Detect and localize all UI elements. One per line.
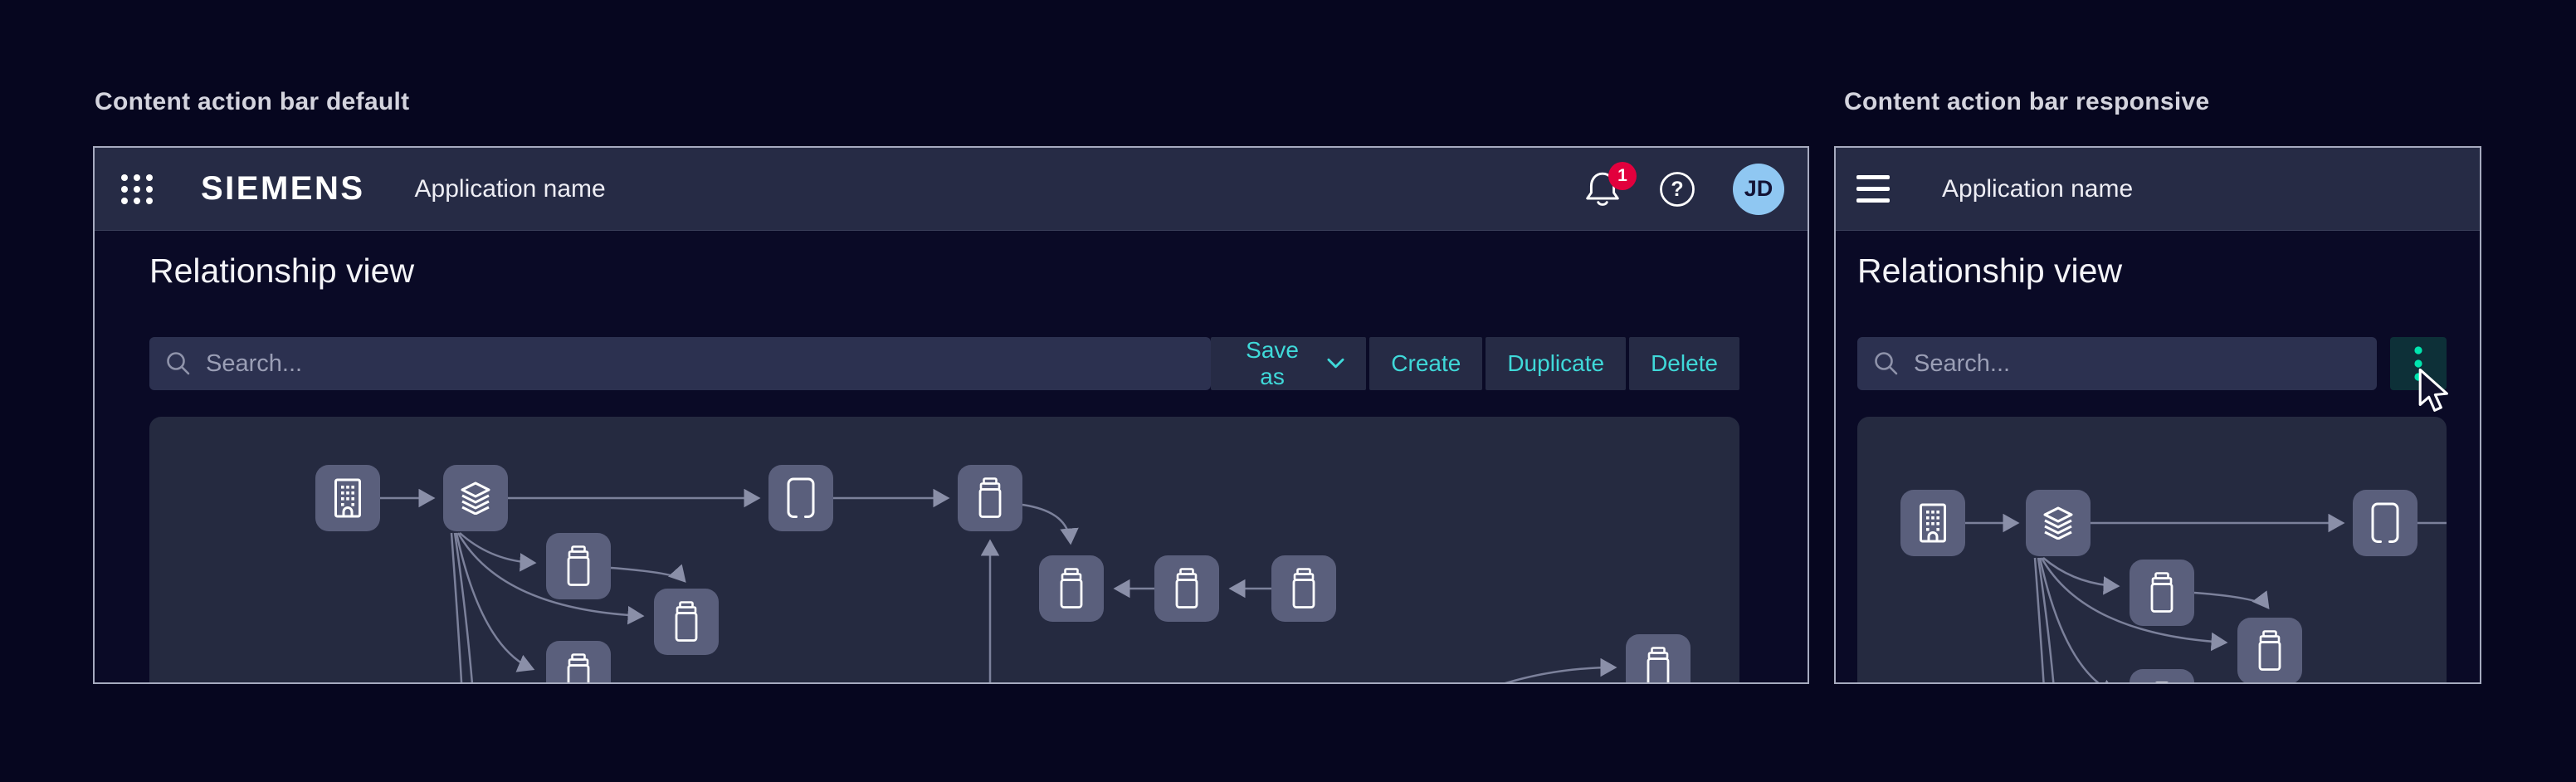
diagram-node-container[interactable] <box>1271 555 1336 622</box>
notification-badge: 1 <box>1608 162 1637 190</box>
delete-button[interactable]: Delete <box>1629 337 1739 390</box>
section-label-default: Content action bar default <box>95 88 409 116</box>
container-icon <box>2152 683 2172 685</box>
diagram-node-container[interactable] <box>546 533 611 599</box>
header-actions: 1 ? JD <box>1583 164 1789 215</box>
diagram-node-device[interactable] <box>2353 490 2417 556</box>
content-action-bar-default-panel: SIEMENS Application name 1 ? JD Relation… <box>93 146 1809 684</box>
diagram-node-container[interactable] <box>2130 560 2194 626</box>
search-input[interactable] <box>206 350 1194 378</box>
save-as-button[interactable]: Save as <box>1211 337 1366 390</box>
application-name: Application name <box>1942 175 2133 203</box>
duplicate-button[interactable]: Duplicate <box>1486 337 1626 390</box>
diagram-node-container[interactable] <box>2130 669 2194 684</box>
search-box[interactable] <box>1857 337 2377 390</box>
diagram-node-container[interactable] <box>1626 634 1690 684</box>
app-header: Application name <box>1836 148 2480 231</box>
app-grid-icon <box>119 171 155 208</box>
diagram-node-container[interactable] <box>654 589 719 655</box>
relationship-diagram-canvas <box>1857 417 2447 684</box>
diagram-node-container[interactable] <box>958 465 1022 531</box>
app-header: SIEMENS Application name 1 ? JD <box>95 148 1808 231</box>
content-action-bar <box>1857 337 2447 390</box>
diagram-node-container[interactable] <box>2237 618 2302 684</box>
user-avatar[interactable]: JD <box>1733 164 1784 215</box>
mouse-cursor <box>2417 369 2452 415</box>
page-title: Relationship view <box>1857 249 2447 292</box>
application-name: Application name <box>415 175 606 203</box>
create-button[interactable]: Create <box>1369 337 1482 390</box>
hamburger-icon <box>1856 175 1890 179</box>
diagram-node-building[interactable] <box>1900 490 1965 556</box>
svg-text:?: ? <box>1671 178 1683 201</box>
page-title: Relationship view <box>149 249 1739 292</box>
app-launcher-button[interactable] <box>113 165 161 213</box>
search-box[interactable] <box>149 337 1211 390</box>
diagram-node-layers[interactable] <box>443 465 508 531</box>
section-label-responsive: Content action bar responsive <box>1844 88 2209 116</box>
notifications-button[interactable]: 1 <box>1583 170 1622 208</box>
relationship-diagram-canvas <box>149 417 1739 684</box>
siemens-logo: SIEMENS <box>201 170 365 208</box>
content-action-bar: Save as Create Duplicate Delete <box>149 337 1739 390</box>
search-icon <box>1874 351 1899 376</box>
search-icon <box>166 351 191 376</box>
diagram-node-container[interactable] <box>1154 555 1219 622</box>
search-input[interactable] <box>1914 350 2360 378</box>
content-action-bar-responsive-panel: Application name Relationship view <box>1834 146 2481 684</box>
diagram-node-device[interactable] <box>768 465 833 531</box>
diagram-node-container[interactable] <box>1039 555 1104 622</box>
help-icon: ? <box>1658 170 1696 208</box>
diagram-node-building[interactable] <box>315 465 380 531</box>
diagram-node-layers[interactable] <box>2026 490 2091 556</box>
menu-button[interactable] <box>1854 170 1892 208</box>
save-as-label: Save as <box>1232 337 1312 390</box>
help-button[interactable]: ? <box>1658 170 1696 208</box>
chevron-down-icon <box>1327 358 1344 369</box>
diagram-node-container[interactable] <box>546 641 611 684</box>
action-button-group: Save as Create Duplicate Delete <box>1211 337 1739 390</box>
